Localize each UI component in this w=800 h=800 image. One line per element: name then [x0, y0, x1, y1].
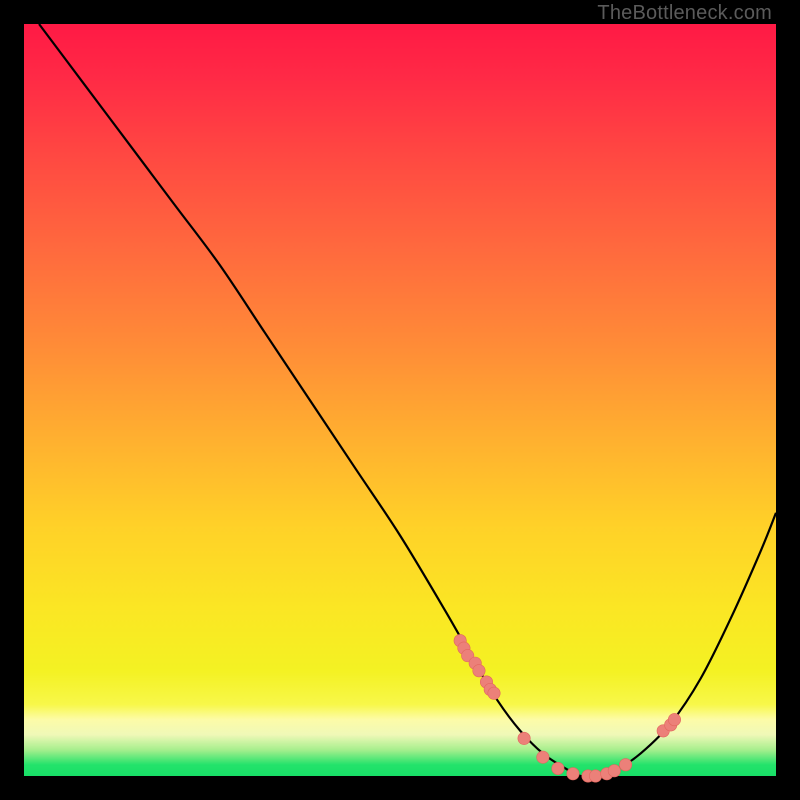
data-marker — [552, 762, 564, 774]
bottleneck-curve — [39, 24, 776, 777]
data-marker — [567, 768, 579, 780]
chart-svg — [24, 24, 776, 776]
data-marker — [488, 687, 500, 699]
data-marker — [537, 751, 549, 763]
data-marker — [589, 770, 601, 782]
data-marker — [473, 665, 485, 677]
chart-frame — [24, 24, 776, 776]
data-marker — [668, 713, 680, 725]
data-marker — [518, 732, 530, 744]
data-marker — [619, 759, 631, 771]
data-marker — [608, 765, 620, 777]
watermark-text: TheBottleneck.com — [597, 2, 772, 25]
marker-group — [454, 634, 681, 782]
